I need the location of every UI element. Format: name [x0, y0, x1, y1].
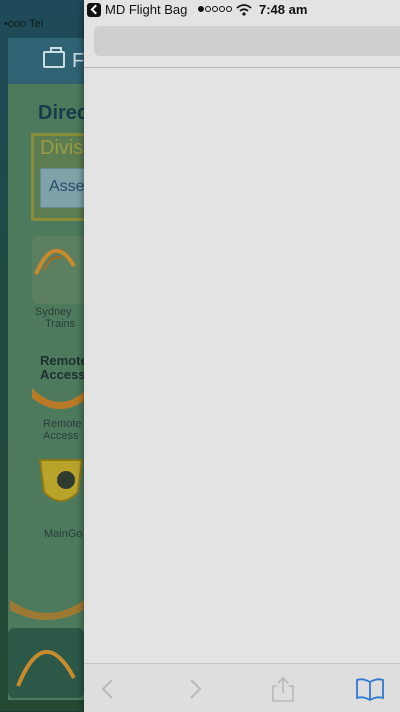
- background-tile-label: MainGo: [44, 528, 83, 540]
- background-division-button-label: Asse: [49, 178, 85, 195]
- address-bar[interactable]: [94, 26, 400, 56]
- background-tile-label: Sydney Trains: [35, 306, 76, 330]
- signal-dot: [226, 6, 232, 12]
- signal-dot: [205, 6, 211, 12]
- maingo-shield-icon: [38, 459, 84, 502]
- status-time: 7:48 am: [259, 2, 308, 17]
- signal-strength-indicator: [198, 6, 232, 12]
- background-tile-label: Remote Access: [43, 418, 82, 442]
- bookmarks-icon[interactable]: [354, 676, 386, 702]
- background-division-label: Divis: [40, 137, 84, 159]
- signal-dot: [212, 6, 218, 12]
- back-to-app-label[interactable]: MD Flight Bag: [105, 2, 187, 17]
- forward-icon[interactable]: [181, 676, 211, 702]
- background-tile-sydney-trains: [32, 236, 92, 304]
- browser-toolbar: [84, 663, 400, 712]
- background-dock-tile: [8, 628, 84, 698]
- signal-dot: [219, 6, 225, 12]
- web-content-area[interactable]: [84, 68, 400, 663]
- background-panel-title: Direc: [38, 102, 89, 124]
- browser-sheet: [84, 0, 400, 712]
- back-icon[interactable]: [92, 676, 122, 702]
- background-wing-icon: [10, 600, 84, 620]
- back-to-app-icon[interactable]: [87, 3, 101, 17]
- briefcase-icon: [43, 47, 65, 68]
- background-header-title: F: [72, 50, 85, 72]
- signal-dot: [198, 6, 204, 12]
- sydney-trains-logo-icon: [16, 649, 76, 687]
- background-section-label: Remote Access: [40, 353, 88, 382]
- wifi-icon: [236, 4, 252, 16]
- share-icon[interactable]: [268, 676, 298, 702]
- status-bar: MD Flight Bag 7:48 am: [0, 0, 400, 22]
- sydney-trains-logo-icon: [34, 248, 76, 275]
- remote-access-wing-icon: [32, 388, 88, 409]
